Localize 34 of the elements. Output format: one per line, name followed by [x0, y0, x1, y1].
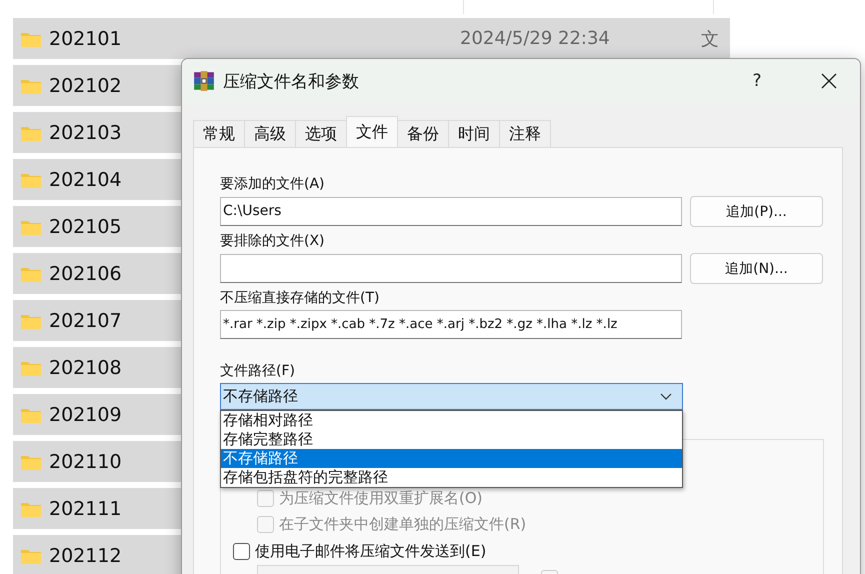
- folder-name: 202103: [49, 122, 122, 144]
- folder-name: 202112: [49, 544, 122, 566]
- folder-name: 202109: [49, 404, 122, 426]
- tab[interactable]: 注释: [499, 120, 551, 147]
- dropdown-option[interactable]: 存储相对路径: [221, 411, 682, 430]
- input-field[interactable]: C:\Users: [220, 197, 682, 226]
- file-row[interactable]: 202101 2024/5/29 22:34 文: [13, 18, 730, 59]
- folder-name: 202105: [49, 216, 122, 238]
- folder-name: 202106: [49, 262, 122, 284]
- tab[interactable]: 文件: [346, 116, 398, 147]
- folder-name: 202104: [49, 168, 122, 190]
- folder-name: 202101: [49, 28, 122, 50]
- checkbox-option[interactable]: 使用电子邮件将压缩文件发送到(E): [233, 537, 823, 565]
- help-button[interactable]: ?: [726, 59, 788, 103]
- append-button[interactable]: 追加(P)...: [690, 196, 823, 227]
- append-button[interactable]: 追加(N)...: [690, 253, 823, 284]
- field-label: 要添加的文件(A): [220, 176, 326, 193]
- file-type: 文: [701, 28, 719, 50]
- path-dropdown[interactable]: 不存储路径: [220, 383, 683, 410]
- dropdown-option[interactable]: 不存储路径: [221, 449, 682, 468]
- window-title: 压缩文件名和参数: [223, 70, 360, 92]
- folder-name: 202102: [49, 74, 122, 96]
- field-label: 要排除的文件(X): [220, 233, 326, 250]
- folder-name: 202107: [49, 310, 122, 332]
- dropdown-option[interactable]: 存储包括盘符的完整路径: [221, 468, 682, 487]
- folder-name: 202108: [49, 356, 122, 378]
- folder-name: 202110: [49, 450, 122, 472]
- folder-name: 202111: [49, 498, 122, 520]
- input-field[interactable]: *.rar *.zip *.zipx *.cab *.7z *.ace *.arj *.bz2 *.gz *.lha *.lz *.lz: [220, 310, 682, 339]
- field-label: 不压缩直接存储的文件(T): [220, 290, 380, 307]
- modified-date: 2024/5/29 22:34: [460, 28, 610, 49]
- dropdown-option[interactable]: 存储完整路径: [221, 430, 682, 449]
- tab[interactable]: 常规: [193, 120, 245, 147]
- field-label: 文件路径(F): [220, 363, 296, 380]
